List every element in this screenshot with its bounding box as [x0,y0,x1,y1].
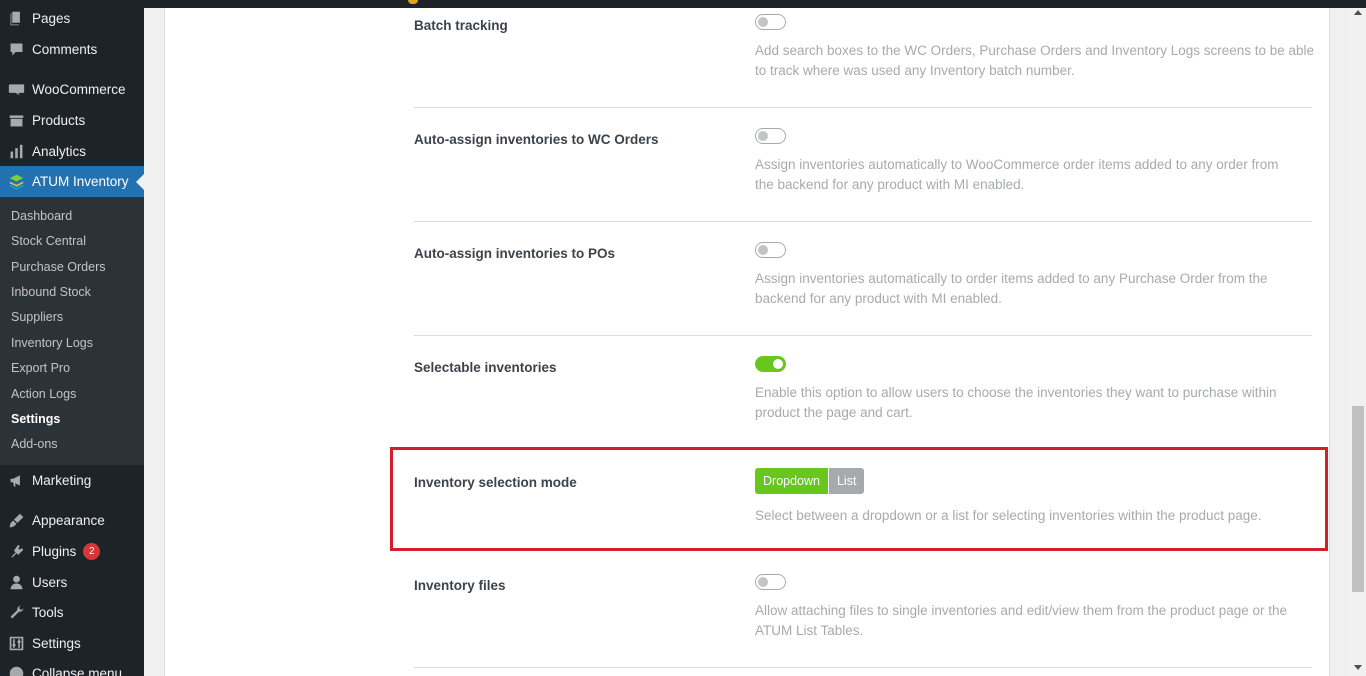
setting-description: Add search boxes to the WC Orders, Purch… [755,41,1315,81]
desc-line: Assign inventories automatically to WooC… [755,157,1279,172]
sidebar-item-marketing[interactable]: Marketing [0,465,144,496]
warning-icon [408,0,418,4]
submenu-item-settings[interactable]: Settings [11,409,60,429]
admin-sidebar: Pages Comments WooCommerce Products Anal… [0,0,144,676]
setting-title: Selectable inventories [414,360,557,375]
setting-row-auto-assign-wc-orders: Auto-assign inventories to WC Orders Ass… [414,108,1312,222]
sidebar-item-label: Marketing [32,473,92,488]
desc-line: the backend for any product with MI enab… [755,177,1025,192]
marketing-icon [0,465,32,496]
settings-content: Batch tracking Add search boxes to the W… [144,8,1350,676]
sidebar-item-label: ATUM Inventory [32,174,129,189]
sidebar-item-plugins[interactable]: Plugins 2 [0,536,144,567]
submenu-item-suppliers[interactable]: Suppliers [11,307,63,327]
sidebar-item-label: Products [32,113,86,128]
setting-title: Inventory files [414,578,506,593]
submenu-item-export-pro[interactable]: Export Pro [11,358,70,378]
plugins-update-badge: 2 [83,543,101,560]
setting-title: Batch tracking [414,18,508,33]
users-icon [0,567,32,598]
sidebar-item-label: Collapse menu [32,666,123,676]
desc-line: backend for any product with MI enabled. [755,291,1002,306]
scrollbar-thumb[interactable] [1352,406,1364,592]
submenu-item-action-logs[interactable]: Action Logs [11,384,76,404]
setting-description: Enable this option to allow users to cho… [755,383,1315,423]
inventory-files-toggle[interactable] [755,574,786,590]
pages-icon [0,3,32,34]
auto-assign-pos-toggle[interactable] [755,242,786,258]
sidebar-item-pages[interactable]: Pages [0,3,144,34]
collapse-icon [0,658,32,676]
sidebar-item-tools[interactable]: Tools [0,597,144,628]
sidebar-item-users[interactable]: Users [0,567,144,598]
submenu-item-inventory-logs[interactable]: Inventory Logs [11,333,93,353]
setting-description: Assign inventories automatically to orde… [755,269,1315,309]
sidebar-item-products[interactable]: Products [0,105,144,136]
submenu-item-dashboard[interactable]: Dashboard [11,206,72,226]
scroll-up-arrow-icon[interactable] [1354,10,1362,15]
settings-tabs-panel [164,8,373,676]
woocommerce-icon [0,74,32,105]
sidebar-item-atum-inventory[interactable]: ATUM Inventory [0,166,144,197]
sidebar-item-label: Settings [32,636,81,651]
scroll-down-arrow-icon[interactable] [1354,665,1362,670]
setting-description: Allow attaching files to single inventor… [755,601,1315,641]
sidebar-item-label: Analytics [32,144,87,159]
submenu-item-purchase-orders[interactable]: Purchase Orders [11,257,105,277]
products-icon [0,105,32,136]
page-scrollbar[interactable] [1350,8,1366,676]
sidebar-item-label: Plugins [32,544,77,559]
comments-icon [0,34,32,65]
sidebar-item-analytics[interactable]: Analytics [0,136,144,167]
sidebar-item-comments[interactable]: Comments [0,34,144,65]
sidebar-item-label: Appearance [32,513,105,528]
auto-assign-wc-orders-toggle[interactable] [755,128,786,144]
tools-icon [0,597,32,628]
desc-line: ATUM List Tables. [755,623,864,638]
setting-row-inventory-files: Inventory files Allow attaching files to… [414,554,1312,668]
submenu-item-inbound-stock[interactable]: Inbound Stock [11,282,91,302]
atum-layers-icon [0,166,32,197]
sidebar-item-settings[interactable]: Settings [0,628,144,659]
desc-line: product the page and cart. [755,405,913,420]
analytics-icon [0,136,32,167]
sidebar-item-label: Tools [32,605,64,620]
submenu-item-add-ons[interactable]: Add-ons [11,434,58,454]
admin-bar [0,0,1366,8]
sidebar-item-label: Pages [32,11,71,26]
setting-title: Auto-assign inventories to POs [414,246,616,261]
sidebar-item-label: WooCommerce [32,82,126,97]
submenu-item-stock-central[interactable]: Stock Central [11,231,86,251]
selectable-inventories-toggle[interactable] [755,356,786,372]
desc-line: Enable this option to allow users to cho… [755,385,1277,400]
sidebar-item-label: Users [32,575,68,590]
sidebar-item-woocommerce[interactable]: WooCommerce [0,74,144,105]
setting-title: Auto-assign inventories to WC Orders [414,132,659,147]
setting-row-selectable-inventories: Selectable inventories Enable this optio… [414,336,1312,450]
desc-line: Allow attaching files to single inventor… [755,603,1288,618]
setting-row-auto-assign-pos: Auto-assign inventories to POs Assign in… [414,222,1312,336]
setting-row-batch-tracking: Batch tracking Add search boxes to the W… [414,8,1315,108]
desc-line: to track where was used any Inventory ba… [755,63,1075,78]
appearance-icon [0,505,32,536]
sidebar-item-label: Comments [32,42,98,57]
batch-tracking-toggle[interactable] [755,14,786,30]
settings-sliders-icon [0,628,32,659]
setting-description: Assign inventories automatically to WooC… [755,155,1315,195]
desc-line: Add search boxes to the WC Orders, Purch… [755,43,1315,58]
sidebar-item-appearance[interactable]: Appearance [0,505,144,536]
desc-line: Assign inventories automatically to orde… [755,271,1268,286]
sidebar-item-collapse-menu[interactable]: Collapse menu [0,658,144,676]
atum-submenu: Dashboard Stock Central Purchase Orders … [0,197,144,465]
plugins-icon [0,536,32,567]
highlight-annotation [390,447,1328,551]
